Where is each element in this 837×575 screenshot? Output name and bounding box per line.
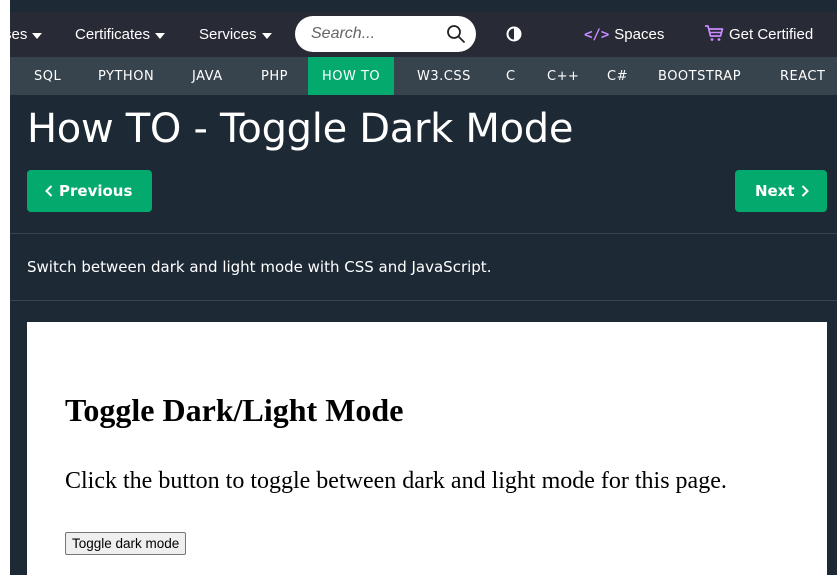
caret-down-icon [155,32,166,39]
subject-sql[interactable]: SQL [34,57,61,95]
chevron-left-icon [45,185,53,197]
tutorials-menu[interactable]: ses [10,26,43,43]
contrast-icon[interactable] [506,26,522,46]
intro-text: Switch between dark and light mode with … [27,258,492,276]
spaces-label: Spaces [614,26,665,43]
search-box [295,16,476,52]
subject-csharp[interactable]: C# [607,57,628,95]
subject-php[interactable]: PHP [261,57,288,95]
caret-down-icon [261,32,272,39]
services-menu[interactable]: Services [199,26,272,43]
get-certified-label: Get Certified [729,26,814,43]
tutorials-menu-label: ses [10,26,28,43]
caret-down-icon [32,32,43,39]
example-text: Click the button to toggle between dark … [65,468,727,494]
subject-cpp[interactable]: C++ [547,57,579,95]
subject-w3css[interactable]: W3.CSS [417,57,471,95]
search-icon[interactable] [446,24,466,48]
certificates-menu[interactable]: Certificates [75,26,166,43]
page-title: How TO - Toggle Dark Mode [27,106,574,152]
get-certified-link[interactable]: Get Certified [704,24,813,46]
previous-button[interactable]: Previous [27,170,152,212]
chevron-right-icon [801,185,809,197]
subject-how-to[interactable]: HOW TO [308,57,395,95]
next-label: Next [755,182,795,200]
certificates-menu-label: Certificates [75,26,151,43]
services-menu-label: Services [199,26,257,43]
subject-python[interactable]: PYTHON [98,57,154,95]
example-frame: Toggle Dark/Light Mode Click the button … [27,322,827,575]
main-area: ses Certificates Services [10,0,837,575]
subject-java[interactable]: JAVA [192,57,223,95]
code-icon: </> [584,26,610,43]
divider [10,300,837,301]
next-button[interactable]: Next [735,170,827,212]
spaces-link[interactable]: </> Spaces [584,26,664,43]
subject-navigation: SQL PYTHON JAVA PHP HOW TO W3.CSS C C++ … [10,57,837,95]
previous-label: Previous [59,182,133,200]
search-input[interactable] [311,25,441,43]
subject-c[interactable]: C [506,57,516,95]
subject-react[interactable]: REACT [780,57,825,95]
page: ses Certificates Services [0,0,837,575]
subject-bootstrap[interactable]: BOOTSTRAP [658,57,741,95]
cart-icon [704,24,724,46]
toggle-dark-mode-button[interactable]: Toggle dark mode [65,532,187,555]
top-navigation: ses Certificates Services [10,12,837,57]
example-heading: Toggle Dark/Light Mode [65,392,404,428]
divider [10,233,837,234]
